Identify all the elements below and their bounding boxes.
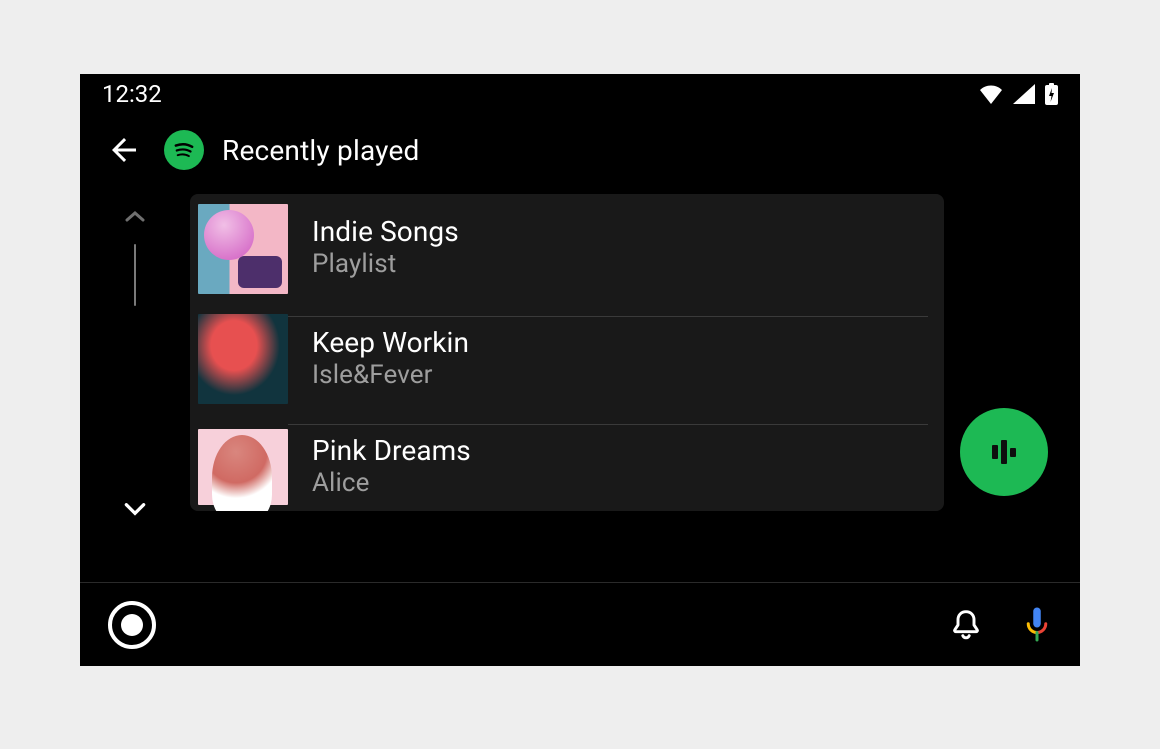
page-title: Recently played bbox=[222, 134, 420, 167]
header: Recently played bbox=[80, 108, 1080, 192]
track-title: Keep Workin bbox=[312, 327, 928, 359]
status-bar: 12:32 bbox=[80, 74, 1080, 108]
track-title: Pink Dreams bbox=[312, 435, 928, 467]
notifications-icon[interactable] bbox=[950, 607, 982, 643]
launcher-button[interactable] bbox=[108, 601, 156, 649]
back-button[interactable] bbox=[102, 128, 146, 172]
track-subtitle: Playlist bbox=[312, 248, 928, 282]
track-subtitle: Alice bbox=[312, 467, 928, 501]
now-playing-fab[interactable] bbox=[960, 408, 1048, 496]
android-auto-screen: 12:32 Recently played bbox=[80, 74, 1080, 666]
wifi-icon bbox=[979, 84, 1003, 104]
google-mic-icon[interactable] bbox=[1022, 605, 1052, 645]
scroll-indicator[interactable] bbox=[80, 192, 190, 518]
bottom-bar bbox=[80, 582, 1080, 666]
track-subtitle: Isle&Fever bbox=[312, 359, 928, 393]
album-art bbox=[198, 204, 288, 294]
chevron-down-icon[interactable] bbox=[122, 500, 148, 518]
list-item[interactable]: Keep Workin Isle&Fever bbox=[190, 304, 944, 414]
track-title: Indie Songs bbox=[312, 216, 928, 248]
chevron-up-icon[interactable] bbox=[123, 208, 147, 224]
recently-played-list: Indie Songs Playlist Keep Workin Isle&Fe… bbox=[190, 194, 944, 511]
scroll-track bbox=[134, 244, 136, 306]
battery-charging-icon bbox=[1045, 83, 1058, 105]
list-item[interactable]: Pink Dreams Alice bbox=[190, 414, 944, 511]
album-art bbox=[198, 314, 288, 404]
back-arrow-icon bbox=[106, 132, 142, 168]
status-icons bbox=[979, 83, 1058, 105]
equalizer-icon bbox=[992, 445, 998, 459]
content-body: Indie Songs Playlist Keep Workin Isle&Fe… bbox=[80, 192, 1080, 518]
cell-signal-icon bbox=[1013, 84, 1035, 104]
spotify-icon bbox=[164, 130, 204, 170]
spotify-glyph bbox=[170, 136, 198, 164]
status-time: 12:32 bbox=[102, 80, 162, 108]
album-art bbox=[198, 429, 288, 505]
list-item[interactable]: Indie Songs Playlist bbox=[190, 194, 944, 304]
